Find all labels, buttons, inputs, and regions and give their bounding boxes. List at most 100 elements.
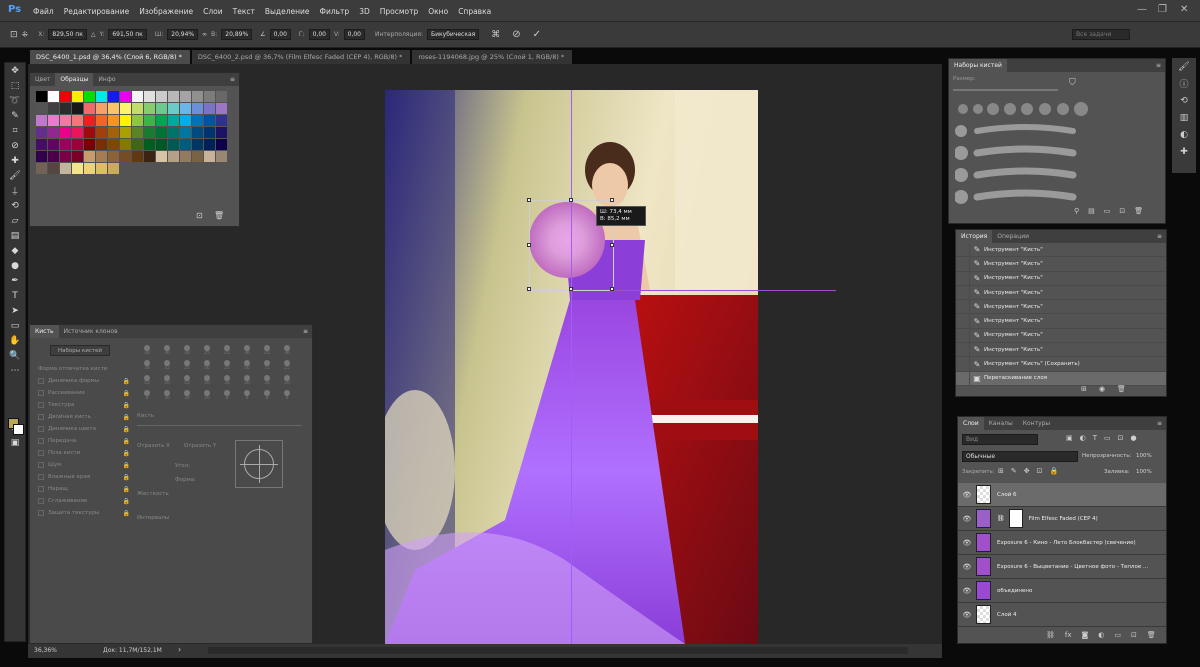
lock-icon[interactable]: 🔒 bbox=[123, 498, 130, 505]
checkbox[interactable] bbox=[38, 390, 44, 396]
trash-icon[interactable]: 🗑 bbox=[1147, 631, 1156, 639]
brush-tip[interactable]: 50 bbox=[157, 373, 177, 388]
swatch[interactable] bbox=[72, 163, 83, 174]
angle-field[interactable]: 0,00 bbox=[269, 29, 291, 40]
history-item[interactable]: ✎ Инструмент "Кисть" bbox=[956, 256, 1166, 272]
swatch[interactable] bbox=[96, 127, 107, 138]
minimize-icon[interactable]: — bbox=[1137, 4, 1147, 15]
panel-menu-icon[interactable]: ≡ bbox=[230, 76, 235, 83]
swatch[interactable] bbox=[108, 139, 119, 150]
swatch[interactable] bbox=[192, 139, 203, 150]
layer-mask[interactable] bbox=[1008, 509, 1023, 528]
brush-tip[interactable]: 30 bbox=[157, 343, 177, 358]
marquee-tool-icon[interactable]: ⬚ bbox=[5, 78, 25, 93]
swatch[interactable] bbox=[144, 139, 155, 150]
new-preset-icon[interactable]: ⊡ bbox=[1119, 207, 1125, 215]
swatch[interactable] bbox=[96, 163, 107, 174]
swatch[interactable] bbox=[72, 115, 83, 126]
swatch[interactable] bbox=[156, 91, 167, 102]
brush-options-icon[interactable]: ⛉ bbox=[1069, 78, 1076, 88]
swatch[interactable] bbox=[72, 103, 83, 114]
menu-3d[interactable]: 3D bbox=[359, 7, 370, 16]
swatch[interactable] bbox=[48, 127, 59, 138]
trash-icon[interactable]: 🗑 bbox=[1134, 207, 1143, 215]
panel-menu-icon[interactable]: ≡ bbox=[303, 328, 308, 335]
swatch[interactable] bbox=[96, 139, 107, 150]
menu-window[interactable]: Окно bbox=[428, 7, 448, 16]
checkbox[interactable] bbox=[38, 498, 44, 504]
brush-option[interactable]: Двойная кисть 🔒 bbox=[34, 411, 134, 423]
swatch[interactable] bbox=[60, 115, 71, 126]
brush-tip[interactable]: 36 bbox=[137, 358, 157, 373]
swatch[interactable] bbox=[156, 139, 167, 150]
restore-icon[interactable]: ❐ bbox=[1158, 4, 1167, 15]
path-select-tool-icon[interactable]: ➤ bbox=[5, 303, 25, 318]
menu-file[interactable]: Файл bbox=[33, 7, 54, 16]
history-item[interactable]: ✎ Инструмент "Кисть" bbox=[956, 328, 1166, 344]
type-tool-icon[interactable]: T bbox=[5, 288, 25, 303]
reference-point-icon[interactable]: ⁜ bbox=[22, 30, 29, 39]
x-field[interactable]: 829,50 пк bbox=[48, 29, 87, 40]
size-slider[interactable] bbox=[953, 89, 1058, 91]
lock-icon[interactable]: 🔒 bbox=[123, 474, 130, 481]
snapshot-box[interactable] bbox=[956, 342, 970, 357]
swatch[interactable] bbox=[72, 151, 83, 162]
brush-tip[interactable]: 25 bbox=[177, 358, 197, 373]
swatch[interactable] bbox=[192, 91, 203, 102]
brush-tip[interactable]: 30 bbox=[177, 343, 197, 358]
brush-tip[interactable]: 50 bbox=[237, 358, 257, 373]
swatch[interactable] bbox=[132, 115, 143, 126]
menu-help[interactable]: Справка bbox=[458, 7, 491, 16]
stamp-tool-icon[interactable]: ⍊ bbox=[5, 183, 25, 198]
brush-tip[interactable]: 36 bbox=[217, 373, 237, 388]
brush-tip[interactable]: 25 bbox=[277, 358, 297, 373]
brush-tip[interactable]: 71 bbox=[257, 358, 277, 373]
lock-icon[interactable]: 🔒 bbox=[123, 450, 130, 457]
history-item[interactable]: ✎ Инструмент "Кисть" bbox=[956, 299, 1166, 315]
swatch[interactable] bbox=[84, 127, 95, 138]
layer-row-selected[interactable]: 👁 Слой 6 bbox=[958, 483, 1166, 507]
checkbox[interactable] bbox=[38, 474, 44, 480]
swatch[interactable] bbox=[144, 127, 155, 138]
info-dock-icon[interactable]: ⓘ bbox=[1172, 75, 1196, 92]
checkbox[interactable] bbox=[38, 414, 44, 420]
swatch[interactable] bbox=[180, 115, 191, 126]
brush-tip[interactable]: 25 bbox=[257, 343, 277, 358]
lock-icon[interactable]: 🔒 bbox=[123, 390, 130, 397]
brush-tip[interactable]: 30 bbox=[177, 388, 197, 403]
brush-tip[interactable]: 50 bbox=[197, 373, 217, 388]
history-item-selected[interactable]: ▣ Перетаскивание слоя bbox=[956, 371, 1166, 386]
move-tool-icon[interactable]: ✥ bbox=[5, 63, 25, 78]
swatch[interactable] bbox=[108, 115, 119, 126]
swatch[interactable] bbox=[192, 115, 203, 126]
brush-tip[interactable]: 9 bbox=[237, 388, 257, 403]
swatch[interactable] bbox=[132, 127, 143, 138]
menu-filter[interactable]: Фильтр bbox=[320, 7, 350, 16]
brush-tip[interactable]: 50 bbox=[197, 358, 217, 373]
blend-mode-select[interactable]: Обычные bbox=[962, 451, 1078, 462]
flip-y-checkbox[interactable]: Отразить Y bbox=[184, 443, 216, 449]
transform-handle[interactable] bbox=[569, 198, 573, 202]
brush-dock-icon[interactable]: 🖌 bbox=[1172, 58, 1196, 75]
status-arrow-icon[interactable]: › bbox=[178, 645, 181, 654]
more-tools-icon[interactable]: ⋯ bbox=[5, 363, 25, 378]
swatch[interactable] bbox=[108, 91, 119, 102]
text-filter-icon[interactable]: T bbox=[1093, 434, 1097, 442]
tab-channels[interactable]: Каналы bbox=[984, 417, 1018, 430]
vskew-field[interactable]: 0,00 bbox=[343, 29, 365, 40]
brush-option[interactable]: Форма отпечатка кисти bbox=[34, 363, 134, 375]
shape-filter-icon[interactable]: ▭ bbox=[1104, 434, 1111, 442]
swatch[interactable] bbox=[48, 139, 59, 150]
layer-row[interactable]: 👁 Exposure 6 - Кино - Лето Блокбастер (св… bbox=[958, 531, 1166, 555]
swatch[interactable] bbox=[144, 151, 155, 162]
menu-text[interactable]: Текст bbox=[233, 7, 255, 16]
snapshot-box[interactable] bbox=[956, 357, 970, 372]
brush-option[interactable]: Сглаживание 🔒 bbox=[34, 495, 134, 507]
snapshot-box[interactable] bbox=[956, 256, 970, 271]
fill-field[interactable]: 100% bbox=[1136, 469, 1152, 475]
flip-x-checkbox[interactable]: Отразить Х bbox=[137, 443, 170, 449]
gradient-tool-icon[interactable]: ▤ bbox=[5, 228, 25, 243]
eye-icon[interactable]: 👁 bbox=[958, 587, 976, 595]
brush-tip[interactable]: 32 bbox=[157, 358, 177, 373]
properties-dock-icon[interactable]: ▥ bbox=[1172, 109, 1196, 126]
